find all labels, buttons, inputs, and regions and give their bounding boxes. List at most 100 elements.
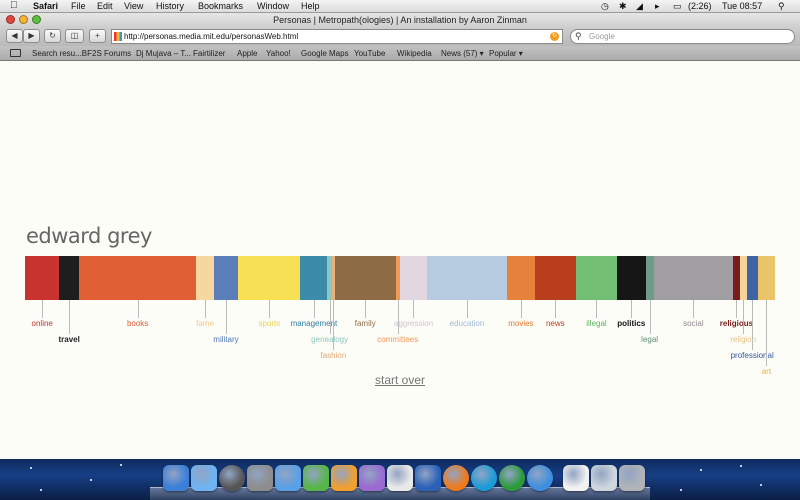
bar-segment-social[interactable] [653,256,734,300]
bar-segment-art[interactable] [757,256,776,300]
back-button[interactable]: ◀ [6,29,23,43]
segment-label-fame[interactable]: fame [196,319,214,328]
segment-label-education[interactable]: education [450,319,485,328]
dock-star [680,489,682,491]
volume-icon[interactable]: ▸ [655,1,660,12]
time-machine-icon[interactable] [219,465,245,491]
dock-star [90,479,92,481]
wifi-icon[interactable]: ◢ [636,1,643,12]
segment-label-travel[interactable]: travel [58,335,79,344]
segment-label-social[interactable]: social [683,319,703,328]
segment-tick [752,300,753,350]
finder-icon[interactable] [163,465,189,491]
segment-label-committees[interactable]: committees [377,335,418,344]
document-icon[interactable] [563,465,589,491]
segment-label-news[interactable]: news [546,319,565,328]
preview-icon[interactable] [331,465,357,491]
bar-segment-education[interactable] [426,256,508,300]
segment-label-sports[interactable]: sports [258,319,280,328]
trash-icon[interactable] [619,465,645,491]
start-over-link[interactable]: start over [0,373,800,387]
bar-segment-books[interactable] [78,256,197,300]
bar-segment-family[interactable] [334,256,396,300]
ichat-icon[interactable] [275,465,301,491]
menu-app-name[interactable]: Safari [33,1,58,12]
bookmark-item[interactable]: News (57) ▾ [441,49,484,58]
bar-segment-aggression[interactable] [400,256,428,300]
bookmark-item[interactable]: Fairtilizer [193,49,225,58]
segment-label-fashion[interactable]: fashion [320,351,346,360]
menu-bookmarks[interactable]: Bookmarks [198,1,243,12]
calendar-icon[interactable] [387,465,413,491]
bar-segment-movies[interactable] [507,256,536,300]
address-bar[interactable]: http://personas.media.mit.edu/personasWe… [111,29,563,44]
segment-label-family[interactable]: family [355,319,376,328]
bookmarks-book-icon[interactable] [10,49,21,57]
bar-segment-politics[interactable] [617,256,646,300]
segment-label-movies[interactable]: movies [508,319,533,328]
bookmark-item[interactable]: Search resu...BF2S Forums [32,49,131,58]
spotify-icon[interactable] [499,465,525,491]
dock-star [120,464,122,466]
rss-icon[interactable]: ↻ [550,32,559,41]
bluetooth-icon[interactable]: ✱ [619,1,627,12]
segment-label-genealogy[interactable]: genealogy [311,335,348,344]
bar-segment-illegal[interactable] [575,256,618,300]
bar-segment-sports[interactable] [238,256,301,300]
segment-tick [743,300,744,334]
purple-app-icon[interactable] [359,465,385,491]
firefox-icon[interactable] [443,465,469,491]
segment-label-legal[interactable]: legal [641,335,658,344]
segment-label-books[interactable]: books [127,319,148,328]
bar-segment-fame[interactable] [196,256,215,300]
bar-segment-management[interactable] [300,256,328,300]
bookmark-item[interactable]: Yahoo! [266,49,291,58]
bookmark-item[interactable]: Google Maps [301,49,349,58]
add-bookmark-button[interactable]: + [89,29,106,43]
itunes-icon[interactable] [191,465,217,491]
segment-label-aggression[interactable]: aggression [394,319,433,328]
bookmark-item[interactable]: Wikipedia [397,49,432,58]
photo-booth-icon[interactable] [247,465,273,491]
search-field[interactable]: ⚲ Google [570,29,795,44]
snapback-button[interactable]: ◫ [65,29,84,43]
bookmark-item[interactable]: YouTube [354,49,385,58]
skype-icon[interactable] [471,465,497,491]
bar-segment-military[interactable] [213,256,239,300]
bookmark-item[interactable]: Dj Mujava – T... [136,49,191,58]
time-machine-status-icon[interactable]: ◷ [601,1,609,12]
forward-button[interactable]: ▶ [23,29,40,43]
folder-icon[interactable] [591,465,617,491]
bookmark-item[interactable]: Apple [237,49,257,58]
menu-view[interactable]: View [124,1,143,12]
segment-label-illegal[interactable]: illegal [586,319,606,328]
safari-icon[interactable] [527,465,553,491]
segment-label-politics[interactable]: politics [617,319,645,328]
segment-tick [314,300,315,318]
menu-help[interactable]: Help [301,1,320,12]
bookmark-item[interactable]: Popular ▾ [489,49,523,58]
page-content: edward grey online travel books fame militar… [0,61,800,459]
bar-segment-online[interactable] [25,256,60,300]
dock-star [740,465,742,467]
menu-history[interactable]: History [156,1,184,12]
battery-time[interactable]: (2:26) [688,1,712,12]
menu-window[interactable]: Window [257,1,289,12]
battery-icon[interactable]: ▭ [673,1,682,12]
reload-button[interactable]: ↻ [44,29,61,43]
menu-edit[interactable]: Edit [97,1,113,12]
segment-label-online[interactable]: online [32,319,53,328]
apple-menu-icon[interactable]:  [10,0,18,11]
segment-label-religious[interactable]: religious [720,319,753,328]
segment-label-military[interactable]: military [213,335,238,344]
menu-file[interactable]: File [71,1,86,12]
bar-segment-professional[interactable] [746,256,759,300]
bar-segment-travel[interactable] [59,256,80,300]
spotlight-icon[interactable]: ⚲ [778,1,785,12]
segment-tick [650,300,651,334]
word-icon[interactable] [415,465,441,491]
clock[interactable]: Tue 08:57 [722,1,762,12]
bar-segment-news[interactable] [534,256,577,300]
green-app-icon[interactable] [303,465,329,491]
segment-label-professional[interactable]: professional [731,351,774,360]
